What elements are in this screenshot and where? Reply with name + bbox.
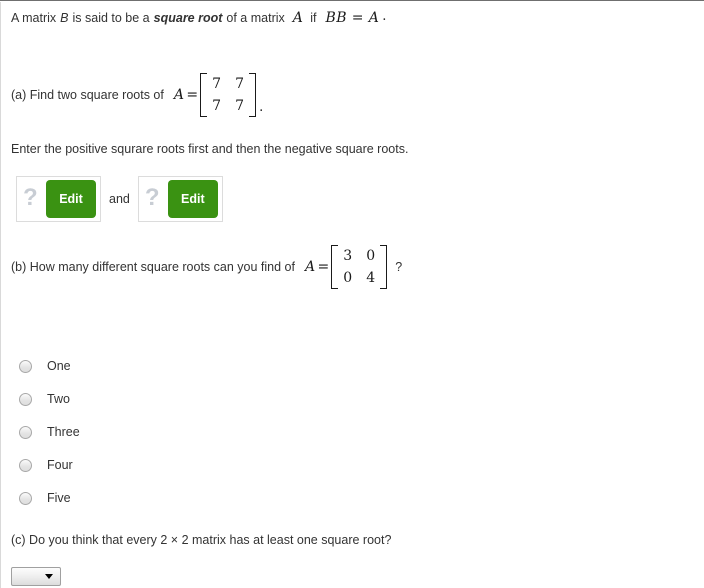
radio-button-three[interactable] xyxy=(19,425,32,439)
definition-var-b: B xyxy=(60,10,69,25)
answer-placeholder-icon-1: ? xyxy=(23,184,38,211)
part-c-dropdown[interactable] xyxy=(11,567,61,586)
part-a-equals: = xyxy=(186,87,199,103)
definition-text-part2: is said to be a xyxy=(72,10,150,25)
part-a-period: . xyxy=(259,100,264,115)
matrix-right-bracket xyxy=(249,73,257,117)
matrix-cell-r2c1: 7 xyxy=(212,98,222,114)
radio-button-five[interactable] xyxy=(19,491,32,505)
option-label-one[interactable]: One xyxy=(47,359,71,373)
option-row-five[interactable]: Five xyxy=(19,490,80,506)
part-b-prompt: (b) How many different square roots can … xyxy=(11,245,402,289)
matrix-cell-r2c2: 4 xyxy=(366,270,376,286)
matrix-cell-r2c1: 0 xyxy=(343,270,353,286)
matrix-cells: 3 0 0 4 xyxy=(338,245,380,289)
part-b-matrix-var: A xyxy=(304,259,316,275)
part-c-label: (c) Do you think that every 2 × 2 matrix… xyxy=(11,533,392,547)
matrix-cell-r1c2: 0 xyxy=(366,248,376,264)
part-b-equals: = xyxy=(317,259,330,275)
option-row-one[interactable]: One xyxy=(19,358,80,374)
option-label-four[interactable]: Four xyxy=(47,458,73,472)
matrix-left-bracket xyxy=(331,245,339,289)
part-a-instruction-text: Enter the positive squrare roots first a… xyxy=(11,142,409,156)
definition-math-var-a: A xyxy=(292,9,304,26)
part-b-question-mark: ? xyxy=(395,260,403,274)
part-c-prompt: (c) Do you think that every 2 × 2 matrix… xyxy=(11,532,391,548)
part-b-matrix: 3 0 0 4 xyxy=(331,245,388,289)
radio-button-four[interactable] xyxy=(19,458,32,472)
radio-button-two[interactable] xyxy=(19,392,32,406)
matrix-cells: 7 7 7 7 xyxy=(207,73,249,117)
edit-button-1[interactable]: Edit xyxy=(46,180,96,218)
answer-separator-and: and xyxy=(109,192,130,206)
definition-period: . xyxy=(382,9,387,24)
answer-placeholder-icon-2: ? xyxy=(144,184,160,211)
part-a-matrix: 7 7 7 7 xyxy=(200,73,257,117)
matrix-cell-r1c1: 7 xyxy=(212,76,222,92)
matrix-cell-r1c2: 7 xyxy=(235,76,245,92)
part-a-matrix-var: A xyxy=(173,87,185,103)
matrix-right-bracket xyxy=(380,245,388,289)
part-a-answer-row: ? Edit and ? Edit xyxy=(16,176,223,222)
part-b-label: (b) How many different square roots can … xyxy=(11,260,295,274)
definition-emphasis-square-root: square root xyxy=(153,10,223,25)
option-label-three[interactable]: Three xyxy=(47,425,80,439)
caret-down-icon xyxy=(45,574,53,579)
part-a-prompt: (a) Find two square roots of A = 7 7 7 7… xyxy=(11,73,263,117)
question-page: A matrix B is said to be a square root o… xyxy=(0,0,704,588)
option-row-four[interactable]: Four xyxy=(19,457,80,473)
definition-statement: A matrix B is said to be a square root o… xyxy=(11,9,386,26)
matrix-cell-r1c1: 3 xyxy=(343,248,353,264)
matrix-cell-r2c2: 7 xyxy=(235,98,245,114)
part-a-label: (a) Find two square roots of xyxy=(11,88,164,102)
option-row-two[interactable]: Two xyxy=(19,391,80,407)
answer-slot-2[interactable]: ? Edit xyxy=(137,176,223,222)
part-b-options-list: One Two Three Four Five xyxy=(19,358,80,523)
answer-slot-1[interactable]: ? Edit xyxy=(16,176,101,222)
radio-button-one[interactable] xyxy=(19,359,32,373)
definition-equation: BB = A xyxy=(325,9,380,26)
option-label-five[interactable]: Five xyxy=(47,491,71,505)
page-left-rule xyxy=(0,2,1,588)
option-row-three[interactable]: Three xyxy=(19,424,80,440)
matrix-left-bracket xyxy=(200,73,208,117)
option-label-two[interactable]: Two xyxy=(47,392,70,406)
definition-text-part1: A matrix xyxy=(11,10,57,25)
edit-button-2[interactable]: Edit xyxy=(167,180,218,218)
definition-text-if: if xyxy=(310,10,317,25)
definition-text-part3: of a matrix xyxy=(226,10,285,25)
part-a-instruction: Enter the positive squrare roots first a… xyxy=(11,141,408,157)
